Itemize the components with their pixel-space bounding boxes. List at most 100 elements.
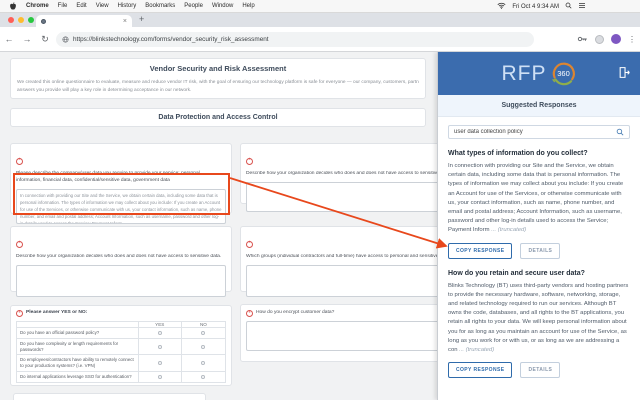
suggestion-card-1: What types of information do you collect… — [438, 150, 640, 259]
notification-center-icon[interactable] — [578, 2, 586, 11]
required-icon: * — [246, 158, 253, 165]
browser-toolbar: ← → ↻ https://blinkstechnology.com/forms… — [0, 27, 640, 52]
new-tab-button[interactable]: + — [139, 14, 144, 24]
suggestion-card-2: How do you retain and secure user data? … — [438, 270, 640, 379]
spotlight-icon[interactable] — [565, 2, 572, 11]
apple-icon[interactable] — [9, 2, 17, 11]
tab-close-icon[interactable]: × — [123, 18, 127, 25]
chrome-menu-icon[interactable]: ⋮ — [628, 35, 636, 44]
close-window-button[interactable] — [8, 17, 14, 23]
rfp-logo-text: RFP — [502, 62, 547, 86]
q4-label: Which groups (individual contractors and… — [246, 254, 439, 261]
q4-textarea[interactable] — [246, 265, 439, 297]
menu-history[interactable]: History — [118, 3, 137, 9]
truncated-link[interactable]: ... (truncated) — [459, 347, 494, 353]
copy-response-button[interactable]: COPY RESPONSE — [448, 362, 512, 378]
col-header-yes: YES — [139, 322, 182, 327]
menu-chrome[interactable]: Chrome — [26, 3, 49, 9]
menu-people[interactable]: People — [184, 3, 203, 9]
q3-textarea[interactable] — [16, 265, 226, 297]
browser-tab[interactable]: × — [36, 15, 132, 27]
suggestion-question: How do you retain and secure user data? — [448, 270, 630, 277]
menu-edit[interactable]: Edit — [76, 3, 86, 9]
profile-avatar[interactable] — [611, 34, 621, 44]
details-button[interactable]: DETAILS — [520, 362, 560, 378]
rfp-logo-360-text: 360 — [551, 61, 577, 87]
password-key-icon[interactable] — [577, 30, 588, 48]
zoom-window-button[interactable] — [28, 17, 34, 23]
required-icon: * — [16, 241, 23, 248]
menu-view[interactable]: View — [96, 3, 109, 9]
address-bar[interactable]: https://blinkstechnology.com/forms/vendo… — [56, 32, 534, 47]
logout-icon[interactable] — [618, 66, 631, 84]
search-input[interactable]: user data collection policy — [454, 129, 616, 135]
rfp360-extension-panel: RFP 360 Suggested Responses user data co… — [437, 52, 640, 400]
suggestion-question: What types of information do you collect… — [448, 150, 630, 157]
required-icon: * — [16, 310, 23, 317]
menu-bookmarks[interactable]: Bookmarks — [145, 3, 175, 9]
q6-textarea[interactable] — [246, 321, 439, 351]
col-header-no: NO — [182, 322, 225, 327]
menu-window[interactable]: Window — [212, 3, 233, 9]
macos-menubar: Chrome File Edit View History Bookmarks … — [0, 0, 640, 13]
rfp360-logo-circle: 360 — [551, 61, 577, 87]
form-header-card: Vendor Security and Risk Assessment We c… — [10, 58, 426, 99]
q2-label: Describe how your organization decides w… — [246, 171, 439, 178]
url-text: https://blinkstechnology.com/forms/vendo… — [73, 36, 269, 43]
details-button[interactable]: DETAILS — [520, 243, 560, 259]
search-icon[interactable] — [616, 123, 624, 141]
panel-subtitle: Suggested Responses — [501, 102, 576, 109]
section-header-card: Data Protection and Access Control — [10, 108, 426, 127]
site-globe-icon — [62, 30, 69, 48]
question-card-q1: * Please describe the company/user data … — [10, 143, 232, 214]
table-row: Do employees/contractors have ability to… — [17, 354, 225, 371]
q5-row1-label: Do you have an official password policy? — [17, 328, 139, 338]
menu-file[interactable]: File — [58, 3, 68, 9]
extension-icon[interactable] — [595, 35, 604, 44]
intro-text-line2: answers you provide will play a key role… — [17, 87, 419, 95]
radio-no[interactable] — [201, 345, 205, 349]
q6-label: How do you encrypt customer data? — [256, 310, 334, 317]
radio-no[interactable] — [201, 375, 205, 379]
radio-yes[interactable] — [158, 331, 162, 335]
section-title: Data Protection and Access Control — [158, 114, 277, 121]
radio-no[interactable] — [201, 361, 205, 365]
intro-text-line1: We created this online questionnaire to … — [17, 79, 419, 87]
truncated-link[interactable]: ... (truncated) — [491, 227, 526, 233]
suggestion-body: In connection with providing our Site an… — [448, 162, 630, 236]
forward-icon[interactable]: → — [18, 34, 36, 44]
back-icon[interactable]: ← — [0, 34, 18, 44]
radio-yes[interactable] — [158, 375, 162, 379]
partial-next-card — [13, 393, 206, 400]
required-icon: * — [246, 310, 253, 317]
reload-icon[interactable]: ↻ — [36, 34, 54, 45]
suggestion-body: Blinks Technology (BT) uses third-party … — [448, 282, 630, 356]
screen: { "menubar": { "items": ["Chrome", "File… — [0, 0, 640, 400]
q1-textarea[interactable]: In connection with providing our Site an… — [16, 189, 226, 224]
table-row: Do you have complexity or length require… — [17, 338, 225, 355]
question-card-q4: * Which groups (individual contractors a… — [240, 226, 445, 292]
question-card-q3: * Describe how your organization decides… — [10, 226, 232, 292]
tab-favicon — [41, 19, 46, 24]
minimize-window-button[interactable] — [18, 17, 24, 23]
q2-textarea[interactable] — [246, 182, 439, 212]
table-row: Do you have an official password policy? — [17, 327, 225, 338]
table-row: Do internal applications leverage SSO fo… — [17, 371, 225, 382]
q5-label: Please answer YES or NO: — [26, 310, 87, 317]
menu-help[interactable]: Help — [242, 3, 254, 9]
radio-yes[interactable] — [158, 345, 162, 349]
required-icon: * — [16, 158, 23, 165]
page-title: Vendor Security and Risk Assessment — [11, 64, 425, 73]
menubar-clock[interactable]: Fri Oct 4 9:34 AM — [512, 4, 559, 10]
q5-row2-label: Do you have complexity or length require… — [17, 339, 139, 355]
question-card-q6: * How do you encrypt customer data? — [240, 304, 445, 362]
yes-no-table: YES NO Do you have an official password … — [16, 321, 226, 383]
copy-response-button[interactable]: COPY RESPONSE — [448, 243, 512, 259]
question-card-q2: * Describe how your organization decides… — [240, 143, 445, 204]
radio-yes[interactable] — [158, 361, 162, 365]
panel-search-box[interactable]: user data collection policy — [448, 125, 630, 139]
tab-strip: × + — [0, 13, 640, 27]
q5-row3-label: Do employees/contractors have ability to… — [17, 355, 139, 371]
wifi-icon[interactable] — [497, 2, 506, 11]
radio-no[interactable] — [201, 331, 205, 335]
